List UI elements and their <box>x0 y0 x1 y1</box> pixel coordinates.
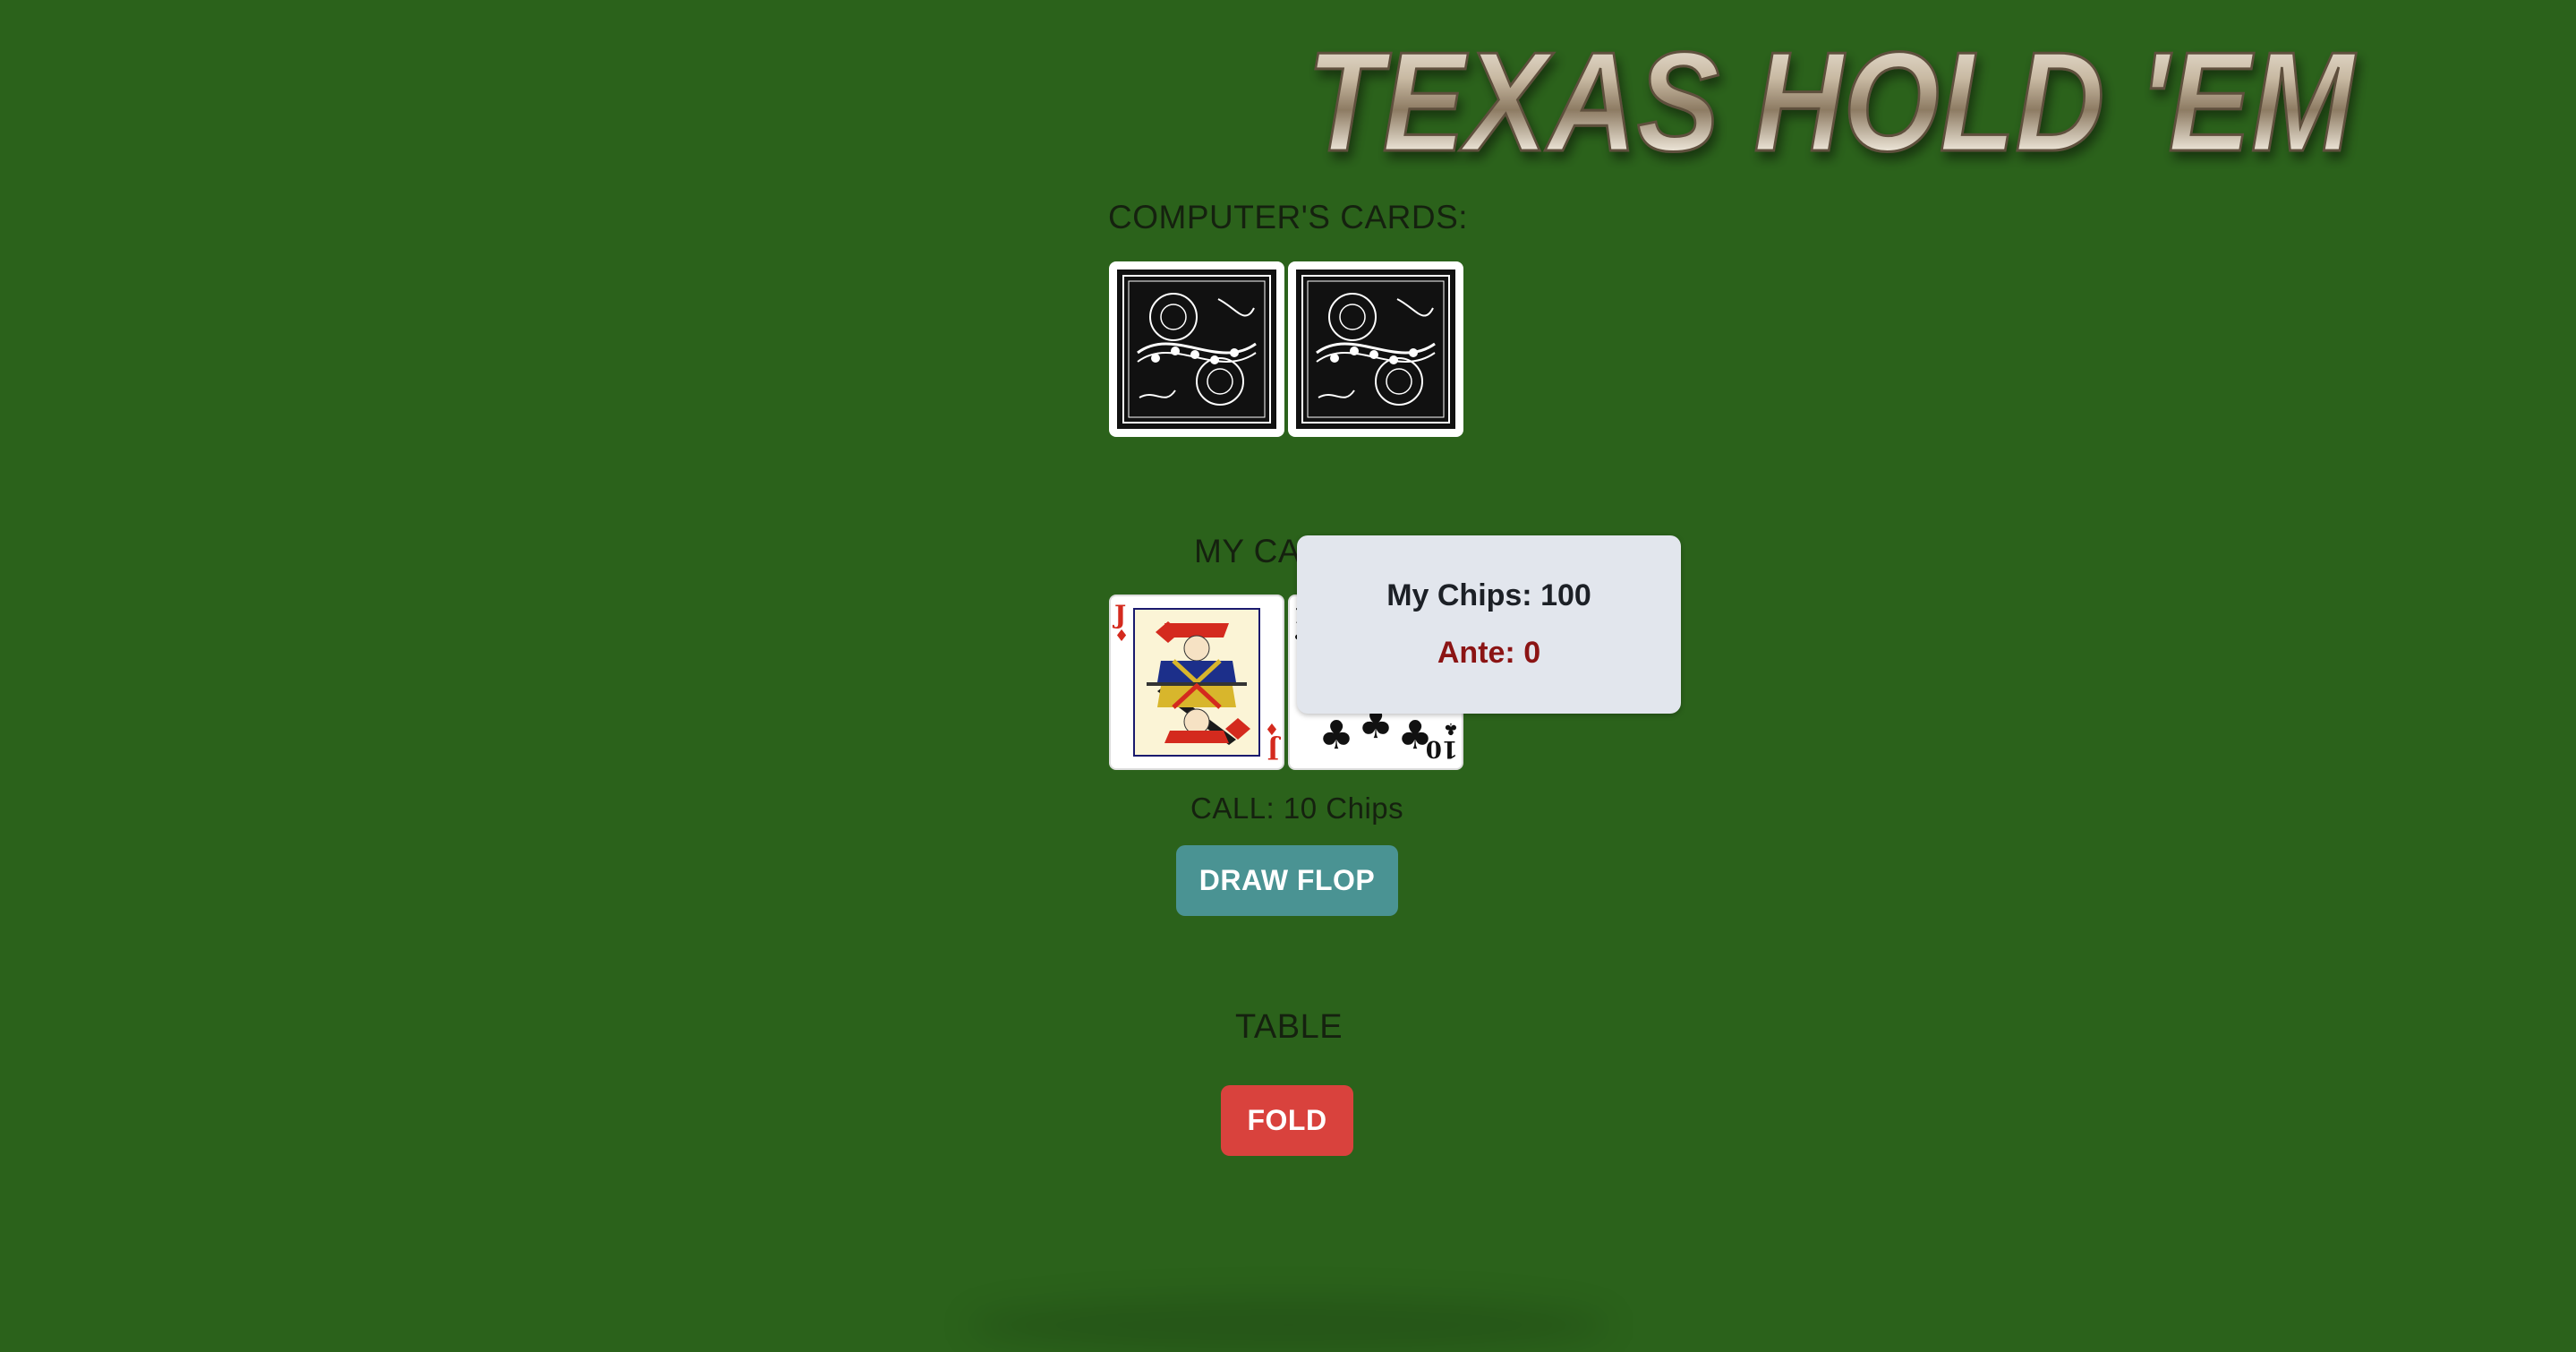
chips-popup: My Chips: 100 Ante: 0 <box>1297 535 1681 714</box>
svg-text:♣: ♣ <box>1318 713 1353 758</box>
player-card-jack-diamonds: J ♦ J ♦ <box>1109 595 1284 770</box>
card-suit-inverted: ♣ <box>1444 719 1458 738</box>
call-text: CALL: 10 Chips <box>1190 792 1404 825</box>
my-cards-label: MY CA <box>1194 533 1301 569</box>
card-back-pattern <box>1296 270 1455 429</box>
my-chips-text: My Chips: 100 <box>1386 578 1591 612</box>
card-rank-inverted: J <box>1267 735 1282 765</box>
game-title-logo: TEXAS HOLD 'EM <box>1306 22 2363 183</box>
card-suit: ♦ <box>1114 627 1129 646</box>
table-shadow <box>967 1298 1611 1352</box>
title-text: TEXAS HOLD 'EM <box>1307 23 2357 181</box>
card-rank: J <box>1112 600 1126 629</box>
ante-text: Ante: 0 <box>1437 636 1541 670</box>
card-rank-inverted: 10 <box>1426 735 1458 762</box>
jack-of-diamonds-face: J ♦ J ♦ <box>1112 600 1282 765</box>
table-label: TABLE <box>1235 1008 1343 1046</box>
card-suit-inverted: ♦ <box>1265 719 1279 738</box>
card-back-design <box>1122 275 1271 424</box>
draw-flop-button[interactable]: DRAW FLOP <box>1176 845 1398 916</box>
title-logo-graphic: TEXAS HOLD 'EM <box>1306 22 2358 183</box>
computer-card-2 <box>1288 261 1463 437</box>
fold-button[interactable]: FOLD <box>1221 1085 1353 1156</box>
card-back-pattern <box>1117 270 1276 429</box>
computer-card-1 <box>1109 261 1284 437</box>
computer-cards-label: COMPUTER'S CARDS: <box>1108 199 1469 235</box>
card-back-design <box>1301 275 1450 424</box>
